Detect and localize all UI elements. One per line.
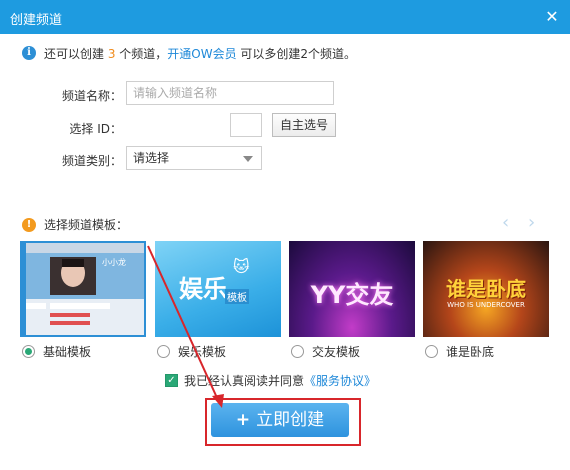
channel-category-select[interactable]: 请选择 bbox=[126, 146, 262, 170]
radio-label: 基础模板 bbox=[43, 345, 92, 359]
template-undercover-card[interactable]: 谁是卧底 WHO IS UNDERCOVER bbox=[423, 241, 549, 337]
radio-entertainment[interactable]: 娱乐模板 bbox=[157, 343, 226, 360]
info-suffix: 可以多创建2个频道。 bbox=[236, 46, 357, 61]
entertainment-art-sub: 模板 bbox=[225, 289, 249, 304]
window-title: 创建频道 bbox=[10, 13, 63, 28]
entertainment-art-text: 娱乐 bbox=[179, 275, 227, 303]
prev-arrow-icon[interactable]: ‹ bbox=[502, 212, 509, 233]
create-button[interactable]: + 立即创建 bbox=[211, 403, 349, 437]
basic-preview-name: 小小龙 bbox=[102, 258, 126, 267]
agreement-row: ✓ 我已经认真阅读并同意 《服务协议》 bbox=[165, 372, 376, 389]
info-icon: i bbox=[22, 46, 36, 60]
warning-icon: ! bbox=[22, 217, 36, 232]
template-entertainment-card[interactable]: 娱乐 模板 🐱 bbox=[155, 241, 281, 337]
title-bar: 创建频道 ✕ bbox=[0, 0, 570, 34]
radio-button[interactable] bbox=[22, 345, 35, 358]
close-icon[interactable]: ✕ bbox=[542, 7, 562, 27]
agree-checkbox[interactable]: ✓ bbox=[165, 374, 178, 387]
social-art-text: YY交友 bbox=[310, 281, 394, 309]
info-text: 还可以创建 3 个频道，开通OW会员 可以多创建2个频道。 bbox=[44, 45, 356, 62]
radio-button[interactable] bbox=[425, 345, 438, 358]
channel-id-input[interactable] bbox=[230, 113, 262, 137]
info-mid: 个频道， bbox=[115, 46, 168, 61]
chevron-down-icon bbox=[243, 156, 253, 162]
info-prefix: 还可以创建 bbox=[44, 46, 108, 61]
template-section-header: ! 选择频道模板： bbox=[22, 216, 128, 233]
agree-text: 我已经认真阅读并同意 bbox=[184, 374, 305, 388]
channel-name-label: 频道名称： bbox=[61, 89, 122, 103]
template-section-label: 选择频道模板： bbox=[44, 218, 129, 232]
radio-basic[interactable]: 基础模板 bbox=[22, 343, 91, 360]
channel-category-label: 频道类别： bbox=[61, 154, 122, 168]
next-arrow-icon[interactable]: › bbox=[528, 212, 535, 233]
radio-button[interactable] bbox=[157, 345, 170, 358]
template-social-card[interactable]: YY交友 bbox=[289, 241, 415, 337]
channel-name-input[interactable]: 请输入频道名称 bbox=[126, 81, 334, 105]
create-button-label: 立即创建 bbox=[256, 410, 325, 430]
choose-id-button[interactable]: 自主选号 bbox=[272, 113, 336, 137]
plus-icon: + bbox=[235, 410, 251, 430]
info-notice: i 还可以创建 3 个频道，开通OW会员 可以多创建2个频道。 bbox=[22, 44, 356, 62]
radio-social[interactable]: 交友模板 bbox=[291, 343, 360, 360]
radio-button[interactable] bbox=[291, 345, 304, 358]
undercover-art-text: 谁是卧底 bbox=[446, 277, 526, 301]
ow-member-link[interactable]: 开通OW会员 bbox=[167, 47, 236, 61]
radio-label: 交友模板 bbox=[312, 345, 361, 359]
radio-label: 谁是卧底 bbox=[446, 345, 495, 359]
cat-icon: 🐱 bbox=[233, 257, 250, 276]
radio-label: 娱乐模板 bbox=[178, 345, 227, 359]
category-value: 请选择 bbox=[133, 151, 170, 165]
radio-undercover[interactable]: 谁是卧底 bbox=[425, 343, 494, 360]
channel-id-label: 选择 ID： bbox=[69, 122, 122, 136]
template-basic-card[interactable]: 小小龙 bbox=[20, 241, 146, 337]
service-agreement-link[interactable]: 《服务协议》 bbox=[304, 372, 376, 389]
undercover-art-sub: WHO IS UNDERCOVER bbox=[447, 301, 525, 309]
